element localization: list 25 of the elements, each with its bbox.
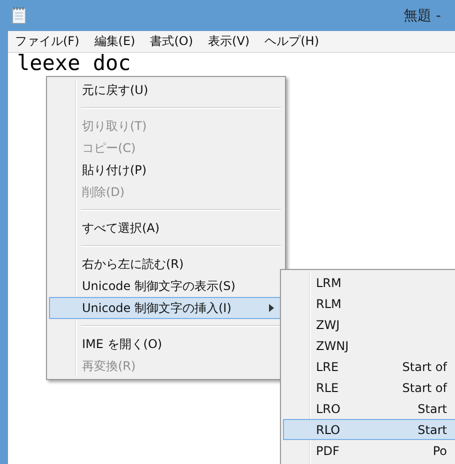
menu-item[interactable]: 書式(O)	[143, 33, 202, 50]
menu-option[interactable]: Unicode 制御文字の表示(S)	[49, 275, 283, 297]
menu-option[interactable]: ZWJ	[283, 314, 455, 335]
menu-option[interactable]: LRE Start of	[283, 356, 455, 377]
menu-option[interactable]: LRO Start	[283, 398, 455, 419]
menu-option[interactable]: 貼り付け(P)	[49, 159, 283, 181]
menu-option[interactable]: PDF Po	[283, 440, 455, 461]
menu-item[interactable]: 編集(E)	[87, 33, 144, 50]
window-title: 無題 -	[403, 6, 441, 24]
menu-option[interactable]: Unicode 制御文字の挿入(I)	[49, 297, 283, 319]
menu-item[interactable]: 表示(V)	[201, 33, 258, 50]
menu-option[interactable]: RLE Start of	[283, 377, 455, 398]
menu-option[interactable]: RLO Start	[283, 419, 455, 440]
notepad-icon	[12, 7, 26, 24]
menu-option[interactable]: 元に戻す(U)	[49, 79, 283, 101]
menu-option[interactable]: LRM	[283, 272, 455, 293]
menu-option[interactable]: すべて選択(A)	[49, 217, 283, 239]
menu-item[interactable]: ヘルプ(H)	[258, 33, 327, 50]
menu-option[interactable]: IME を開く(O)	[49, 333, 283, 355]
menu-option[interactable]: RLM	[283, 293, 455, 314]
menu-item[interactable]: ファイル(F)	[8, 33, 88, 50]
menu-option[interactable]: 右から左に読む(R)	[49, 253, 283, 275]
document-text: leexe doc	[17, 53, 131, 74]
menu-option[interactable]: ZWNJ	[283, 335, 455, 356]
submenu-arrow-icon	[269, 304, 274, 312]
